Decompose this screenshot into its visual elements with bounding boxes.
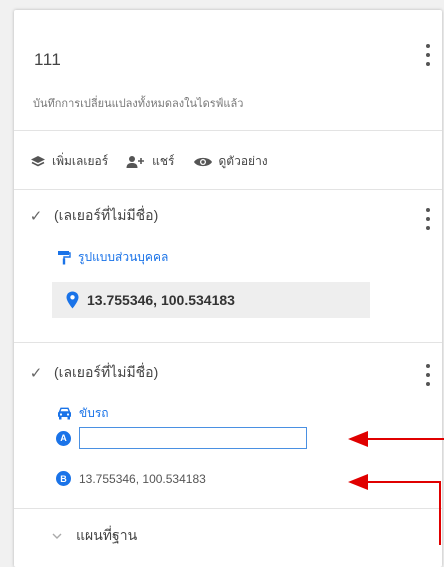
layer-1-menu-button[interactable]	[420, 208, 436, 230]
location-pin-icon	[66, 291, 79, 309]
save-status: บันทึกการเปลี่ยนแปลงทั้งหมดลงในไดรฟ์แล้ว	[33, 98, 244, 110]
waypoint-b-row[interactable]: B 13.755346, 100.534183	[56, 471, 206, 486]
waypoint-a-row: A	[56, 427, 307, 449]
waypoint-b-text: 13.755346, 100.534183	[79, 471, 206, 486]
map-menu-button[interactable]	[420, 44, 436, 66]
layer-1-style-link[interactable]: รูปแบบส่วนบุคคล	[57, 248, 168, 267]
add-layer-label: เพิ่มเลเยอร์	[52, 154, 109, 168]
preview-button[interactable]: ดูตัวอย่าง	[193, 152, 268, 171]
layer-2-header: ✓ (เลเยอร์ที่ไม่มีชื่อ)	[28, 362, 159, 384]
layer-2-checkbox[interactable]: ✓	[28, 364, 44, 382]
layers-icon	[31, 155, 45, 166]
place-coordinates: 13.755346, 100.534183	[87, 292, 235, 308]
basemap-label: แผนที่ฐาน	[76, 527, 138, 543]
waypoint-a-badge: A	[56, 430, 71, 446]
basemap-row[interactable]: แผนที่ฐาน	[52, 525, 137, 547]
divider	[14, 342, 442, 343]
travel-mode-link[interactable]: ขับรถ	[57, 404, 109, 423]
share-button[interactable]: แชร์	[126, 152, 175, 171]
waypoint-b-badge: B	[56, 471, 71, 486]
paint-roller-icon	[58, 251, 71, 265]
place-item[interactable]: 13.755346, 100.534183	[52, 282, 370, 318]
divider	[14, 508, 442, 509]
layer-2-title[interactable]: (เลเยอร์ที่ไม่มีชื่อ)	[54, 362, 158, 384]
layer-1-title[interactable]: (เลเยอร์ที่ไม่มีชื่อ)	[54, 205, 158, 227]
car-icon	[58, 407, 71, 420]
layer-1-checkbox[interactable]: ✓	[28, 207, 44, 225]
layer-1-header: ✓ (เลเยอร์ที่ไม่มีชื่อ)	[28, 205, 159, 227]
eye-icon	[193, 157, 212, 166]
chevron-down-icon	[52, 533, 62, 539]
divider	[14, 189, 442, 190]
preview-label: ดูตัวอย่าง	[218, 154, 268, 168]
layer-2-menu-button[interactable]	[420, 364, 436, 386]
map-toolbar: เพิ่มเลเยอร์ แชร์ ดูตัวอย่าง	[30, 152, 268, 171]
share-label: แชร์	[152, 154, 175, 168]
layer-1-style-label: รูปแบบส่วนบุคคล	[78, 250, 169, 264]
person-add-icon	[126, 155, 145, 168]
waypoint-a-input[interactable]	[79, 427, 307, 449]
add-layer-button[interactable]: เพิ่มเลเยอร์	[30, 152, 108, 171]
travel-mode-label: ขับรถ	[79, 406, 109, 420]
divider	[14, 130, 442, 131]
map-title[interactable]: 111	[34, 50, 61, 70]
